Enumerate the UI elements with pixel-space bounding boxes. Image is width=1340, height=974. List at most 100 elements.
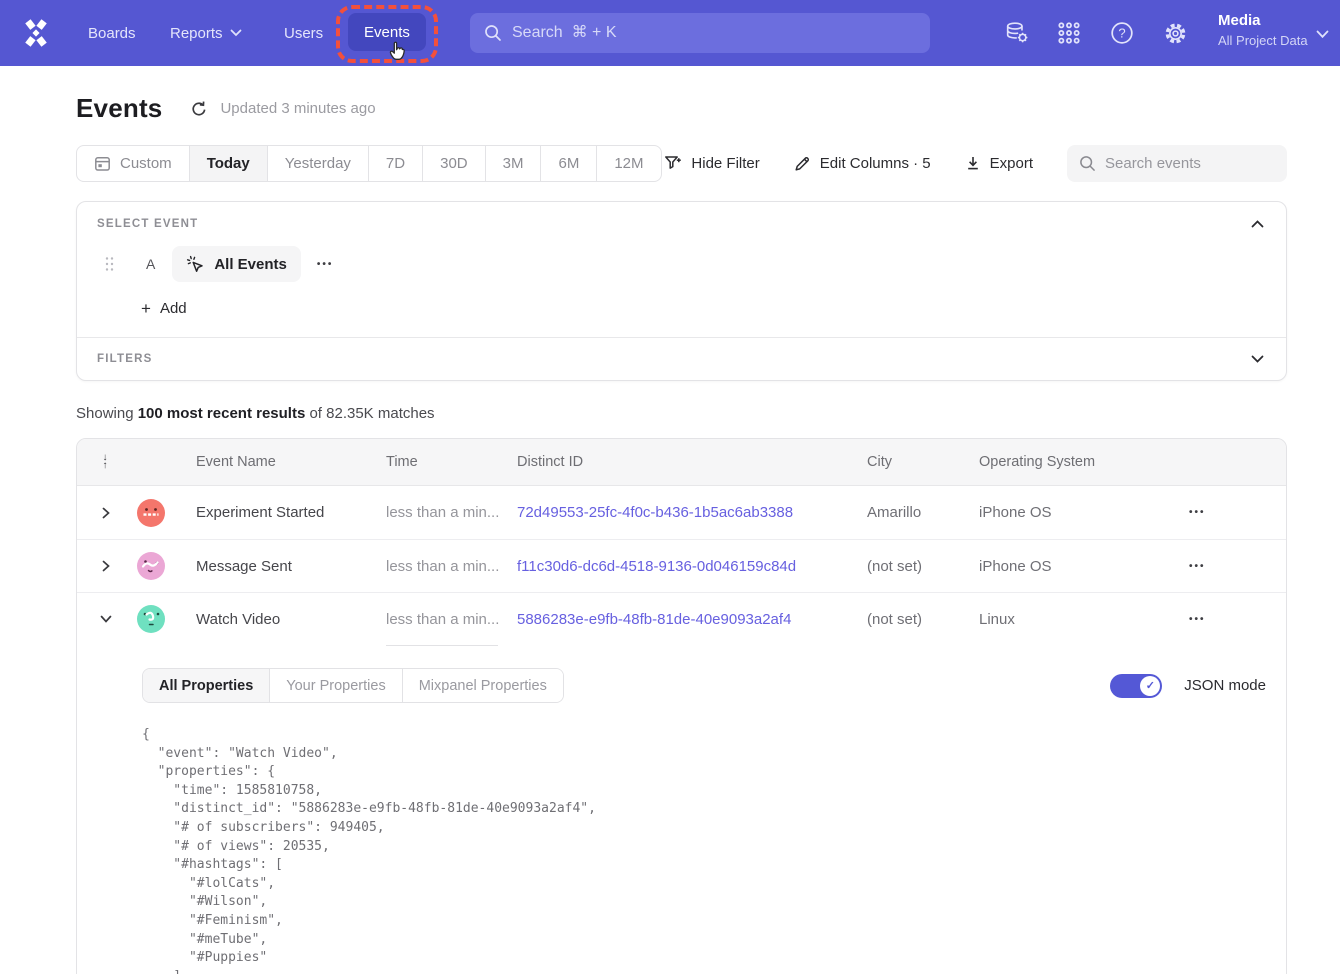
date-range-3m[interactable]: 3M xyxy=(485,146,541,181)
row-more-button[interactable]: ••• xyxy=(1189,507,1206,518)
export-label: Export xyxy=(990,155,1033,172)
column-distinct-id: Distinct ID xyxy=(517,454,867,470)
chevron-down-icon xyxy=(100,615,112,623)
drag-handle-icon[interactable] xyxy=(105,256,114,272)
nav-item-events[interactable]: Events xyxy=(348,13,426,51)
query-builder-card: SELECT EVENT A xyxy=(76,201,1287,381)
collapse-select-event-button[interactable] xyxy=(1249,218,1266,230)
divider xyxy=(386,645,498,646)
city-cell: (not set) xyxy=(867,611,979,628)
os-cell: iPhone OS xyxy=(979,558,1189,575)
add-event-button[interactable]: + Add xyxy=(141,300,187,317)
date-range-12m[interactable]: 12M xyxy=(596,146,660,181)
table-header-row: ↓↑ Event Name Time Distinct ID City Oper… xyxy=(77,439,1286,486)
chevron-down-icon xyxy=(1251,355,1264,363)
date-range-custom-label: Custom xyxy=(120,155,172,172)
hide-filter-button[interactable]: Hide Filter xyxy=(664,155,759,172)
all-events-chip[interactable]: All Events xyxy=(172,246,301,282)
nav-item-users[interactable]: Users xyxy=(284,0,323,66)
settings-button[interactable] xyxy=(1161,19,1189,47)
distinct-id-link[interactable]: f11c30d6-dc6d-4518-9136-0d046159c84d xyxy=(517,558,867,575)
tab-mixpanel-properties[interactable]: Mixpanel Properties xyxy=(402,669,563,702)
expand-row-button[interactable] xyxy=(93,500,119,526)
distinct-id-link[interactable]: 72d49553-25fc-4f0c-b436-1b5ac6ab3388 xyxy=(517,504,867,521)
city-cell: Amarillo xyxy=(867,504,979,521)
updated-timestamp: Updated 3 minutes ago xyxy=(220,100,375,117)
search-icon xyxy=(484,24,502,42)
date-range-yesterday[interactable]: Yesterday xyxy=(267,146,368,181)
help-button[interactable]: ? xyxy=(1108,19,1136,47)
global-search[interactable] xyxy=(470,13,930,53)
tab-your-properties[interactable]: Your Properties xyxy=(269,669,401,702)
mixpanel-logo-icon[interactable] xyxy=(18,15,54,51)
event-name-cell: Message Sent xyxy=(196,558,386,575)
events-table: ↓↑ Event Name Time Distinct ID City Oper… xyxy=(76,438,1287,974)
data-management-button[interactable] xyxy=(1003,19,1031,47)
nav-item-reports[interactable]: Reports xyxy=(170,0,242,66)
table-row[interactable]: Message Sent less than a min... f11c30d6… xyxy=(77,539,1286,592)
global-search-input[interactable] xyxy=(512,24,916,42)
event-avatar-icon xyxy=(137,552,165,580)
properties-tabs: All Properties Your Properties Mixpanel … xyxy=(142,668,564,703)
tab-all-properties[interactable]: All Properties xyxy=(143,669,269,702)
nav-item-boards[interactable]: Boards xyxy=(88,0,136,66)
nav-item-reports-label: Reports xyxy=(170,25,223,42)
table-row-expanded[interactable]: Watch Video less than a min... 5886283e-… xyxy=(77,592,1286,645)
event-name-cell: Watch Video xyxy=(196,611,386,628)
row-more-button[interactable]: ••• xyxy=(1189,561,1206,572)
chevron-right-icon xyxy=(102,560,110,572)
add-event-label: Add xyxy=(160,300,187,317)
event-avatar-icon xyxy=(137,605,165,633)
refresh-icon xyxy=(190,100,208,118)
time-cell: less than a min... xyxy=(386,558,517,575)
pencil-icon xyxy=(794,155,811,172)
hide-filter-label: Hide Filter xyxy=(691,155,759,172)
date-range-7d[interactable]: 7D xyxy=(368,146,422,181)
export-button[interactable]: Export xyxy=(965,155,1033,172)
apps-grid-button[interactable] xyxy=(1055,19,1083,47)
column-event-name: Event Name xyxy=(196,454,386,470)
download-icon xyxy=(965,155,981,172)
filter-plus-icon xyxy=(664,155,682,172)
os-cell: Linux xyxy=(979,611,1189,628)
date-range-selector: Custom Today Yesterday 7D 30D 3M 6M 12M xyxy=(76,145,662,182)
os-cell: iPhone OS xyxy=(979,504,1189,521)
chevron-down-icon xyxy=(1316,30,1329,39)
filters-section[interactable]: FILTERS xyxy=(77,338,1286,380)
sparkle-cursor-icon xyxy=(186,255,205,274)
event-json-content: { "event": "Watch Video", "properties": … xyxy=(142,726,1266,974)
all-events-chip-label: All Events xyxy=(214,256,287,273)
toggle-knob-check-icon: ✓ xyxy=(1140,676,1160,696)
row-more-button[interactable]: ••• xyxy=(1189,614,1206,625)
events-search[interactable] xyxy=(1067,145,1287,182)
expand-filters-button[interactable] xyxy=(1249,353,1266,365)
project-name: Media xyxy=(1218,11,1308,31)
time-cell: less than a min... xyxy=(386,504,517,521)
collapse-row-button[interactable] xyxy=(93,606,119,632)
table-row[interactable]: Experiment Started less than a min... 72… xyxy=(77,486,1286,539)
svg-text:?: ? xyxy=(1118,26,1125,41)
sort-up-glyph: ↑ xyxy=(103,462,108,470)
project-switcher[interactable]: Media All Project Data xyxy=(1218,11,1308,51)
date-range-6m[interactable]: 6M xyxy=(540,146,596,181)
city-cell: (not set) xyxy=(867,558,979,575)
date-range-30d[interactable]: 30D xyxy=(422,146,485,181)
refresh-button[interactable] xyxy=(190,100,208,118)
event-row-more-button[interactable]: ••• xyxy=(317,259,334,270)
plus-icon: + xyxy=(141,300,151,317)
sort-order-icon[interactable]: ↓↑ xyxy=(93,454,117,470)
top-navigation: Boards Reports Users Events xyxy=(0,0,1340,66)
json-mode-toggle[interactable]: ✓ xyxy=(1110,674,1162,698)
edit-columns-label: Edit Columns · 5 xyxy=(820,155,931,172)
results-summary: Showing 100 most recent results of 82.35… xyxy=(76,405,1287,422)
edit-columns-button[interactable]: Edit Columns · 5 xyxy=(794,155,931,172)
grid-dots-icon xyxy=(1057,21,1081,45)
search-icon xyxy=(1079,155,1096,172)
date-range-custom[interactable]: Custom xyxy=(77,146,189,181)
event-avatar-icon xyxy=(137,499,165,527)
date-range-today[interactable]: Today xyxy=(189,146,267,181)
events-search-input[interactable] xyxy=(1105,155,1275,172)
distinct-id-link[interactable]: 5886283e-e9fb-48fb-81de-40e9093a2af4 xyxy=(517,611,867,628)
expand-row-button[interactable] xyxy=(93,553,119,579)
results-prefix: Showing xyxy=(76,405,138,422)
